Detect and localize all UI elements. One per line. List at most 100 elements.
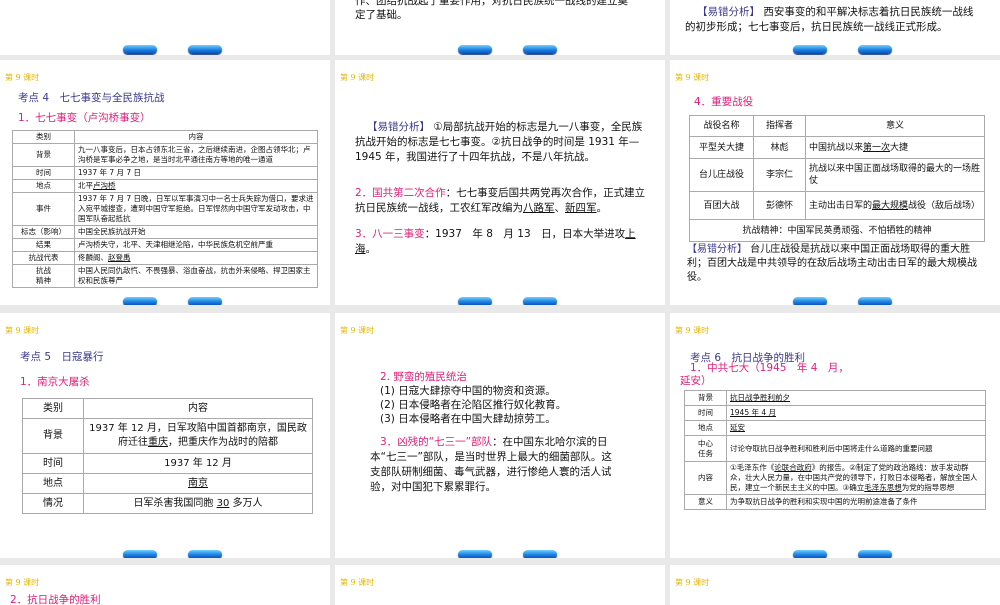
error-analysis-tag: 【易错分析】 — [687, 244, 747, 255]
next-button[interactable] — [188, 45, 222, 54]
row-content: 中国全民族抗战开始 — [74, 225, 318, 239]
slide-atrocities: 第 9 课时 2. 野蛮的殖民统治 (1) 日寇大肆掠夺中国的物资和资源。 (2… — [335, 313, 665, 558]
prev-button[interactable] — [458, 45, 492, 54]
row-label: 中心 任务 — [684, 435, 727, 462]
row-label: 地点 — [684, 420, 727, 436]
row-content: 九一八事变后，日本占领东北三省，之后继续南进，企图占领华北；卢沟桥是军事必争之地… — [74, 143, 318, 167]
text: 中国抗战以来 — [809, 142, 864, 153]
subsection-title: 2．抗日战争的胜利 — [10, 594, 101, 605]
underlined-text: 抗日战争胜利前夕 — [730, 393, 790, 402]
row-label: 背景 — [22, 418, 84, 454]
item-text: ：1937 年 8 月 13 日，日本大举进攻 — [424, 228, 626, 240]
lesson-header: 第 9 课时 — [340, 326, 375, 335]
lesson-header: 第 9 课时 — [5, 73, 40, 82]
row-label: 时间 — [684, 405, 727, 421]
item-2-title: 2. 野蛮的殖民统治 — [380, 371, 467, 383]
underlined-text: 赵登禹 — [108, 253, 131, 262]
slide-bottom-middle: 第 9 课时 — [335, 565, 665, 605]
row-content: 1945 年 4 月 — [726, 405, 986, 421]
row-content: 为争取抗日战争的胜利和实现中国的光明前途准备了条件 — [726, 494, 986, 510]
col-header: 指挥者 — [753, 115, 806, 137]
battle-name: 百团大战 — [689, 191, 754, 220]
row-content: 中国人民同仇敌忾、不畏强暴、浴血奋战，抗击外来侵略、捍卫国家主权和民族尊严 — [74, 264, 318, 288]
text: 佟麟阁、 — [78, 253, 108, 262]
underlined-text: 延安 — [730, 423, 745, 432]
row-label: 地点 — [22, 473, 84, 494]
underlined-text: 重庆 — [148, 437, 168, 448]
next-button[interactable] — [188, 550, 222, 558]
next-button[interactable] — [188, 297, 222, 305]
item-text: 、 — [554, 202, 566, 214]
text: 多万人 — [229, 497, 263, 509]
list-item: (1) 日寇大肆掠夺中国的物资和资源。 — [380, 385, 556, 397]
col-header: 内容 — [74, 130, 318, 144]
list-item: (3) 日本侵略者在中国大肆劫掠劳工。 — [380, 413, 556, 425]
subsection-title: 1．南京大屠杀 — [20, 376, 90, 388]
row-content: 北平卢沟桥 — [74, 179, 318, 193]
row-content: 讨论夺取抗日战争胜利和胜利后中国将走什么道路的重要问题 — [726, 435, 986, 462]
text: 为党的指导思想 — [901, 483, 955, 492]
prev-button[interactable] — [123, 45, 157, 54]
prev-button[interactable] — [793, 297, 827, 305]
prev-button[interactable] — [793, 550, 827, 558]
row-label: 抗战代表 — [12, 251, 75, 265]
slide-point-4: 第 9 课时 考点 4 七七事变与全民族抗战 1．七七事变（卢沟桥事变） 类别内… — [0, 60, 330, 305]
item-label: 3．凶残的“七三一”部队 — [380, 436, 493, 448]
row-label: 标志（影响） — [12, 225, 75, 239]
underlined-text: 1945 年 4 月 — [730, 408, 777, 417]
text: 战役（敌后战场） — [908, 200, 981, 211]
next-button[interactable] — [858, 297, 892, 305]
row-label: 事件 — [12, 192, 75, 226]
col-header: 类别 — [12, 130, 75, 144]
prev-button[interactable] — [793, 45, 827, 54]
item-text: 。 — [596, 202, 608, 214]
next-button[interactable] — [858, 550, 892, 558]
lesson-header: 第 9 课时 — [340, 73, 375, 82]
error-analysis: 【易错分析】 西安事变的和平解决标志着抗日民族统一战线的初步形成；七七事变后，抗… — [685, 5, 975, 35]
commander: 彭德怀 — [753, 191, 806, 220]
col-header: 战役名称 — [689, 115, 754, 137]
lesson-header: 第 9 课时 — [675, 326, 710, 335]
item-3: 3．八一三事变：1937 年 8 月 13 日，日本大举进攻上海。 — [355, 227, 655, 257]
prev-button[interactable] — [458, 550, 492, 558]
row-content: ①毛泽东作《论联合政府》的报告。②制定了党的政治路线：放手发动群众，壮大人民力量… — [726, 461, 986, 495]
prev-button[interactable] — [458, 297, 492, 305]
battles-table: 战役名称 指挥者 意义 平型关大捷 林彪 中国抗战以来第一次大捷 台儿庄战役 李宗仁 抗战以… — [689, 115, 985, 242]
underlined-text: 八路军 — [523, 202, 555, 214]
slide-point-6: 第 9 课时 考点 6 抗日战争的胜利 1．中共七大（1945 年 4 月，延安… — [670, 313, 1000, 558]
underlined-text: 卢沟桥 — [93, 181, 116, 190]
text: ①毛泽东作《 — [730, 463, 775, 472]
error-analysis-tag: 【易错分析】 — [367, 121, 430, 133]
slide-battles: 第 9 课时 4．重要战役 战役名称 指挥者 意义 平型关大捷 林彪 中国抗战以来第一次… — [670, 60, 1000, 305]
next-button[interactable] — [523, 297, 557, 305]
item-label: 3．八一三事变 — [355, 228, 425, 240]
col-header: 类别 — [22, 398, 84, 419]
next-button[interactable] — [858, 45, 892, 54]
prev-button[interactable] — [123, 550, 157, 558]
item-label: 2．国共第二次合作 — [355, 187, 446, 199]
slide-top-middle: 作、团结抗战起了重要作用，对抗日民族统一战线的建立奠 定了基础。 — [335, 0, 665, 55]
row-content: 佟麟阁、赵登禹 — [74, 251, 318, 265]
next-button[interactable] — [523, 45, 557, 54]
row-label: 内容 — [684, 461, 727, 495]
col-header: 意义 — [805, 115, 985, 137]
row-label: 情况 — [22, 493, 84, 514]
subsection-title: 4．重要战役 — [694, 96, 754, 108]
row-content: 卢沟桥失守，北平、天津相继沦陷，中华民族危机空前严重 — [74, 238, 318, 252]
row-label: 地点 — [12, 179, 75, 193]
incident-table: 类别 内容 背景 九一八事变后，日本占领东北三省，之后继续南进，企图占领华北；卢沟桥… — [12, 130, 318, 288]
row-label: 时间 — [22, 453, 84, 474]
row-content: 1937 年 12 月 — [83, 453, 313, 474]
battle-name: 平型关大捷 — [689, 136, 754, 159]
section-title: 考点 5 日寇暴行 — [20, 351, 104, 363]
significance: 主动出击日军的最大规模战役（敌后战场） — [805, 191, 985, 220]
row-label: 背景 — [684, 390, 727, 406]
underlined-text: 毛泽东思想 — [864, 483, 902, 492]
text: 主动出击日军的 — [809, 200, 873, 211]
row-label: 意义 — [684, 494, 727, 510]
next-button[interactable] — [523, 550, 557, 558]
congress-table: 背景 抗日战争胜利前夕 时间 1945 年 4 月 地点 延安 中心 任务 讨论夺取抗日… — [684, 390, 986, 510]
underlined-text: 最大规模 — [872, 200, 909, 211]
list-item: (2) 日本侵略者在沦陷区推行奴化教育。 — [380, 399, 567, 411]
prev-button[interactable] — [123, 297, 157, 305]
